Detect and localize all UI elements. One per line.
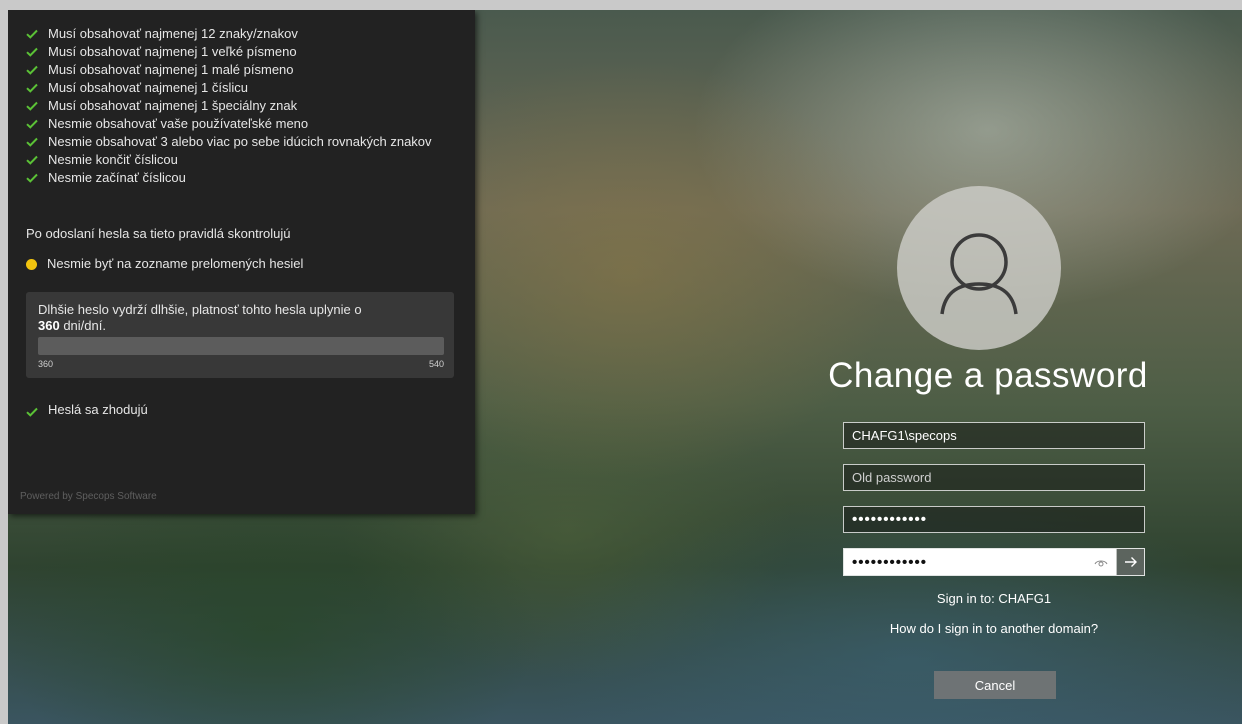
powered-by-text: Powered by Specops Software: [20, 491, 157, 502]
expiry-text-after: dni/dní.: [59, 318, 106, 333]
policy-rule: Musí obsahovať najmenej 1 číslicu: [26, 80, 456, 96]
policy-rules-list: Musí obsahovať najmenej 12 znaky/znakov M…: [8, 10, 475, 186]
confirm-password-field[interactable]: [844, 549, 1116, 575]
password-expiry-box: Dlhšie heslo vydrží dlhšie, platnosť toh…: [26, 292, 454, 378]
submit-arrow-button[interactable]: [1116, 549, 1144, 575]
policy-rule-text: Musí obsahovať najmenej 1 špeciálny znak: [48, 98, 298, 113]
cancel-button[interactable]: Cancel: [934, 671, 1056, 699]
check-icon: [26, 152, 42, 165]
expiry-slider-max: 540: [428, 359, 444, 369]
check-icon: [26, 134, 42, 147]
policy-rule: Musí obsahovať najmenej 12 znaky/znakov: [26, 26, 456, 42]
expiry-slider-track: [38, 337, 444, 355]
policy-rule-text: Musí obsahovať najmenej 1 malé písmeno: [48, 62, 294, 77]
check-icon: [26, 404, 42, 417]
breached-password-rule: Nesmie byť na zozname prelomených hesiel: [26, 256, 303, 272]
after-submit-note: Po odoslaní hesla sa tieto pravidlá skon…: [26, 226, 291, 241]
policy-rule-text: Nesmie začínať číslicou: [48, 170, 186, 185]
page-title: Change a password: [828, 356, 1148, 395]
breached-rule-text: Nesmie byť na zozname prelomených hesiel: [47, 256, 304, 271]
expiry-days: 360: [38, 318, 60, 333]
new-password-field[interactable]: [843, 506, 1145, 533]
policy-rule: Musí obsahovať najmenej 1 malé písmeno: [26, 62, 456, 78]
check-icon: [26, 170, 42, 183]
check-icon: [26, 26, 42, 39]
check-icon: [26, 44, 42, 57]
old-password-field[interactable]: [843, 464, 1145, 491]
policy-rule: Nesmie začínať číslicou: [26, 170, 456, 186]
pending-dot-icon: [26, 258, 37, 270]
confirm-password-container: [843, 548, 1145, 576]
expiry-text: Dlhšie heslo vydrží dlhšie, platnosť toh…: [38, 302, 438, 334]
policy-rule-text: Nesmie končiť číslicou: [48, 152, 178, 167]
policy-rule-text: Musí obsahovať najmenej 1 veľké písmeno: [48, 44, 297, 59]
username-field[interactable]: [843, 422, 1145, 449]
expiry-slider-min: 360: [38, 359, 54, 369]
expiry-text-before: Dlhšie heslo vydrží dlhšie, platnosť toh…: [38, 302, 362, 317]
policy-rule-text: Musí obsahovať najmenej 1 číslicu: [48, 80, 248, 95]
check-icon: [26, 80, 42, 93]
policy-rule-text: Nesmie obsahovať vaše používateľské meno: [48, 116, 309, 131]
policy-rule-text: Musí obsahovať najmenej 12 znaky/znakov: [48, 26, 298, 41]
lock-screen: Musí obsahovať najmenej 12 znaky/znakov M…: [8, 10, 1242, 724]
policy-rule: Nesmie končiť číslicou: [26, 152, 456, 168]
policy-rule: Nesmie obsahovať vaše používateľské meno: [26, 116, 456, 132]
user-icon: [940, 233, 1018, 315]
check-icon: [26, 62, 42, 75]
eye-icon[interactable]: [1094, 555, 1108, 569]
other-domain-link[interactable]: How do I sign in to another domain?: [828, 621, 1160, 636]
user-avatar: [897, 186, 1061, 350]
policy-rule-text: Nesmie obsahovať 3 alebo viac po sebe id…: [48, 134, 432, 149]
policy-rule: Musí obsahovať najmenej 1 veľké písmeno: [26, 44, 456, 60]
check-icon: [26, 98, 42, 111]
sign-in-to-domain: Sign in to: CHAFG1: [936, 591, 1052, 606]
policy-rule: Nesmie obsahovať 3 alebo viac po sebe id…: [26, 134, 456, 150]
arrow-right-icon: [1124, 557, 1137, 567]
check-icon: [26, 116, 42, 129]
policy-rule: Musí obsahovať najmenej 1 špeciálny znak: [26, 98, 456, 114]
password-policy-panel: Musí obsahovať najmenej 12 znaky/znakov M…: [8, 10, 475, 514]
match-rule-text: Heslá sa zhodujú: [48, 402, 148, 417]
passwords-match-rule: Heslá sa zhodujú: [26, 402, 148, 418]
